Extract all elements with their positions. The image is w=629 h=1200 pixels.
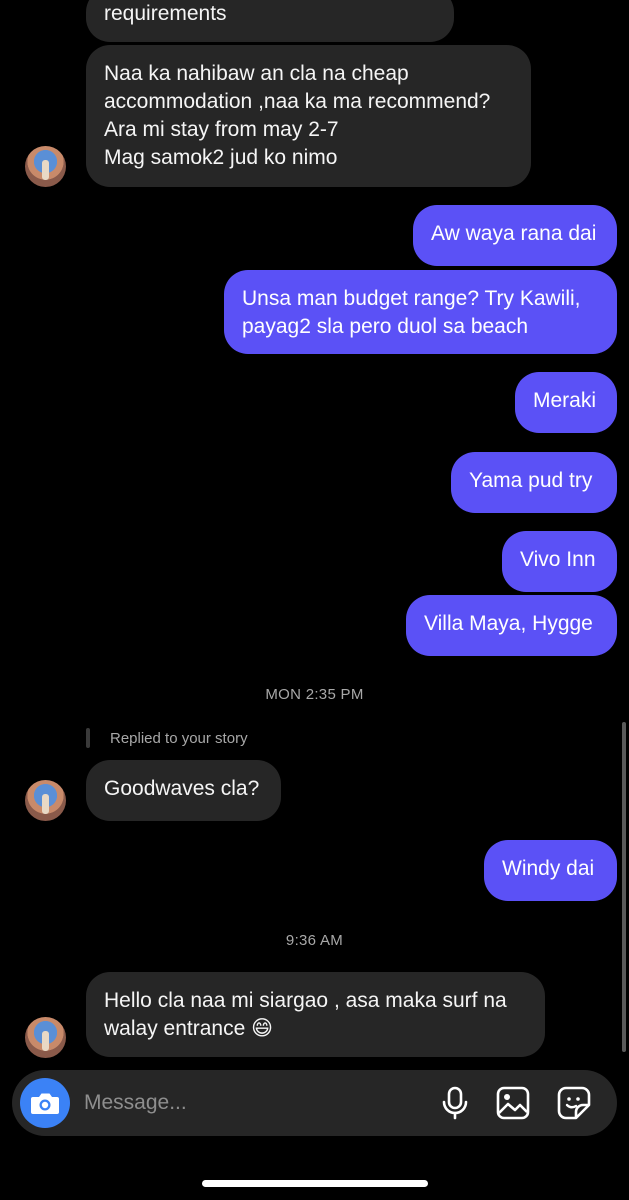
reply-label-text: Replied to your story bbox=[110, 729, 248, 747]
message-bubble-outgoing[interactable]: Meraki bbox=[515, 372, 617, 433]
home-indicator[interactable] bbox=[202, 1180, 428, 1187]
message-text-line: Naa ka nahibaw an cla na cheap bbox=[104, 62, 409, 85]
scrollbar[interactable] bbox=[622, 722, 626, 1052]
message-text-line: Ara mi stay from may 2-7 bbox=[104, 118, 339, 141]
message-text-line: Hello cla naa mi siargao , asa maka surf… bbox=[104, 989, 507, 1012]
timestamp: MON 2:35 PM bbox=[265, 686, 364, 703]
message-bubble-outgoing[interactable]: Vivo Inn bbox=[502, 531, 617, 592]
message-text-line: Unsa man budget range? Try Kawili, bbox=[242, 287, 581, 310]
message-text: Vivo Inn bbox=[520, 548, 596, 571]
message-bubble-outgoing[interactable]: Unsa man budget range? Try Kawili, payag… bbox=[224, 270, 617, 354]
timestamp: 9:36 AM bbox=[285, 932, 344, 949]
message-bubble-incoming[interactable]: Naa ka nahibaw an cla na cheap accommoda… bbox=[86, 45, 531, 187]
message-bubble-outgoing[interactable]: Villa Maya, Hygge bbox=[406, 595, 617, 656]
message-text: Windy dai bbox=[502, 857, 595, 880]
message-bubble-outgoing[interactable]: Aw waya rana dai bbox=[413, 205, 617, 266]
message-text: Yama pud try bbox=[469, 469, 593, 492]
message-input[interactable] bbox=[84, 1090, 384, 1116]
message-bubble-incoming[interactable]: requirements bbox=[86, 0, 454, 42]
message-text-line: Mag samok2 jud ko nimo bbox=[104, 146, 338, 169]
message-text: Meraki bbox=[533, 389, 597, 412]
message-composer bbox=[12, 1070, 617, 1136]
message-text: requirements bbox=[104, 2, 227, 25]
message-bubble-outgoing[interactable]: Yama pud try bbox=[451, 452, 617, 513]
message-bubble-incoming[interactable]: Hello cla naa mi siargao , asa maka surf… bbox=[86, 972, 545, 1057]
message-text-line: walay entrance 😄 bbox=[104, 1017, 273, 1040]
message-text: Villa Maya, Hygge bbox=[424, 612, 593, 635]
sticker-icon[interactable] bbox=[556, 1085, 592, 1121]
message-text-line: payag2 sla pero duol sa beach bbox=[242, 315, 529, 338]
camera-button[interactable] bbox=[20, 1078, 70, 1128]
message-text: Aw waya rana dai bbox=[431, 222, 597, 245]
contact-avatar[interactable] bbox=[25, 1017, 66, 1058]
message-bubble-incoming[interactable]: Goodwaves cla? bbox=[86, 760, 281, 821]
camera-icon bbox=[31, 1093, 59, 1114]
microphone-icon[interactable] bbox=[437, 1085, 473, 1121]
message-text-line: accommodation ,naa ka ma recommend? bbox=[104, 90, 491, 113]
gallery-icon[interactable] bbox=[495, 1085, 531, 1121]
contact-avatar[interactable] bbox=[25, 146, 66, 187]
message-text: Goodwaves cla? bbox=[104, 777, 260, 800]
message-bubble-outgoing[interactable]: Windy dai bbox=[484, 840, 617, 901]
contact-avatar[interactable] bbox=[25, 780, 66, 821]
story-reply-label[interactable]: Replied to your story bbox=[86, 727, 248, 749]
reply-indicator bbox=[86, 728, 90, 748]
